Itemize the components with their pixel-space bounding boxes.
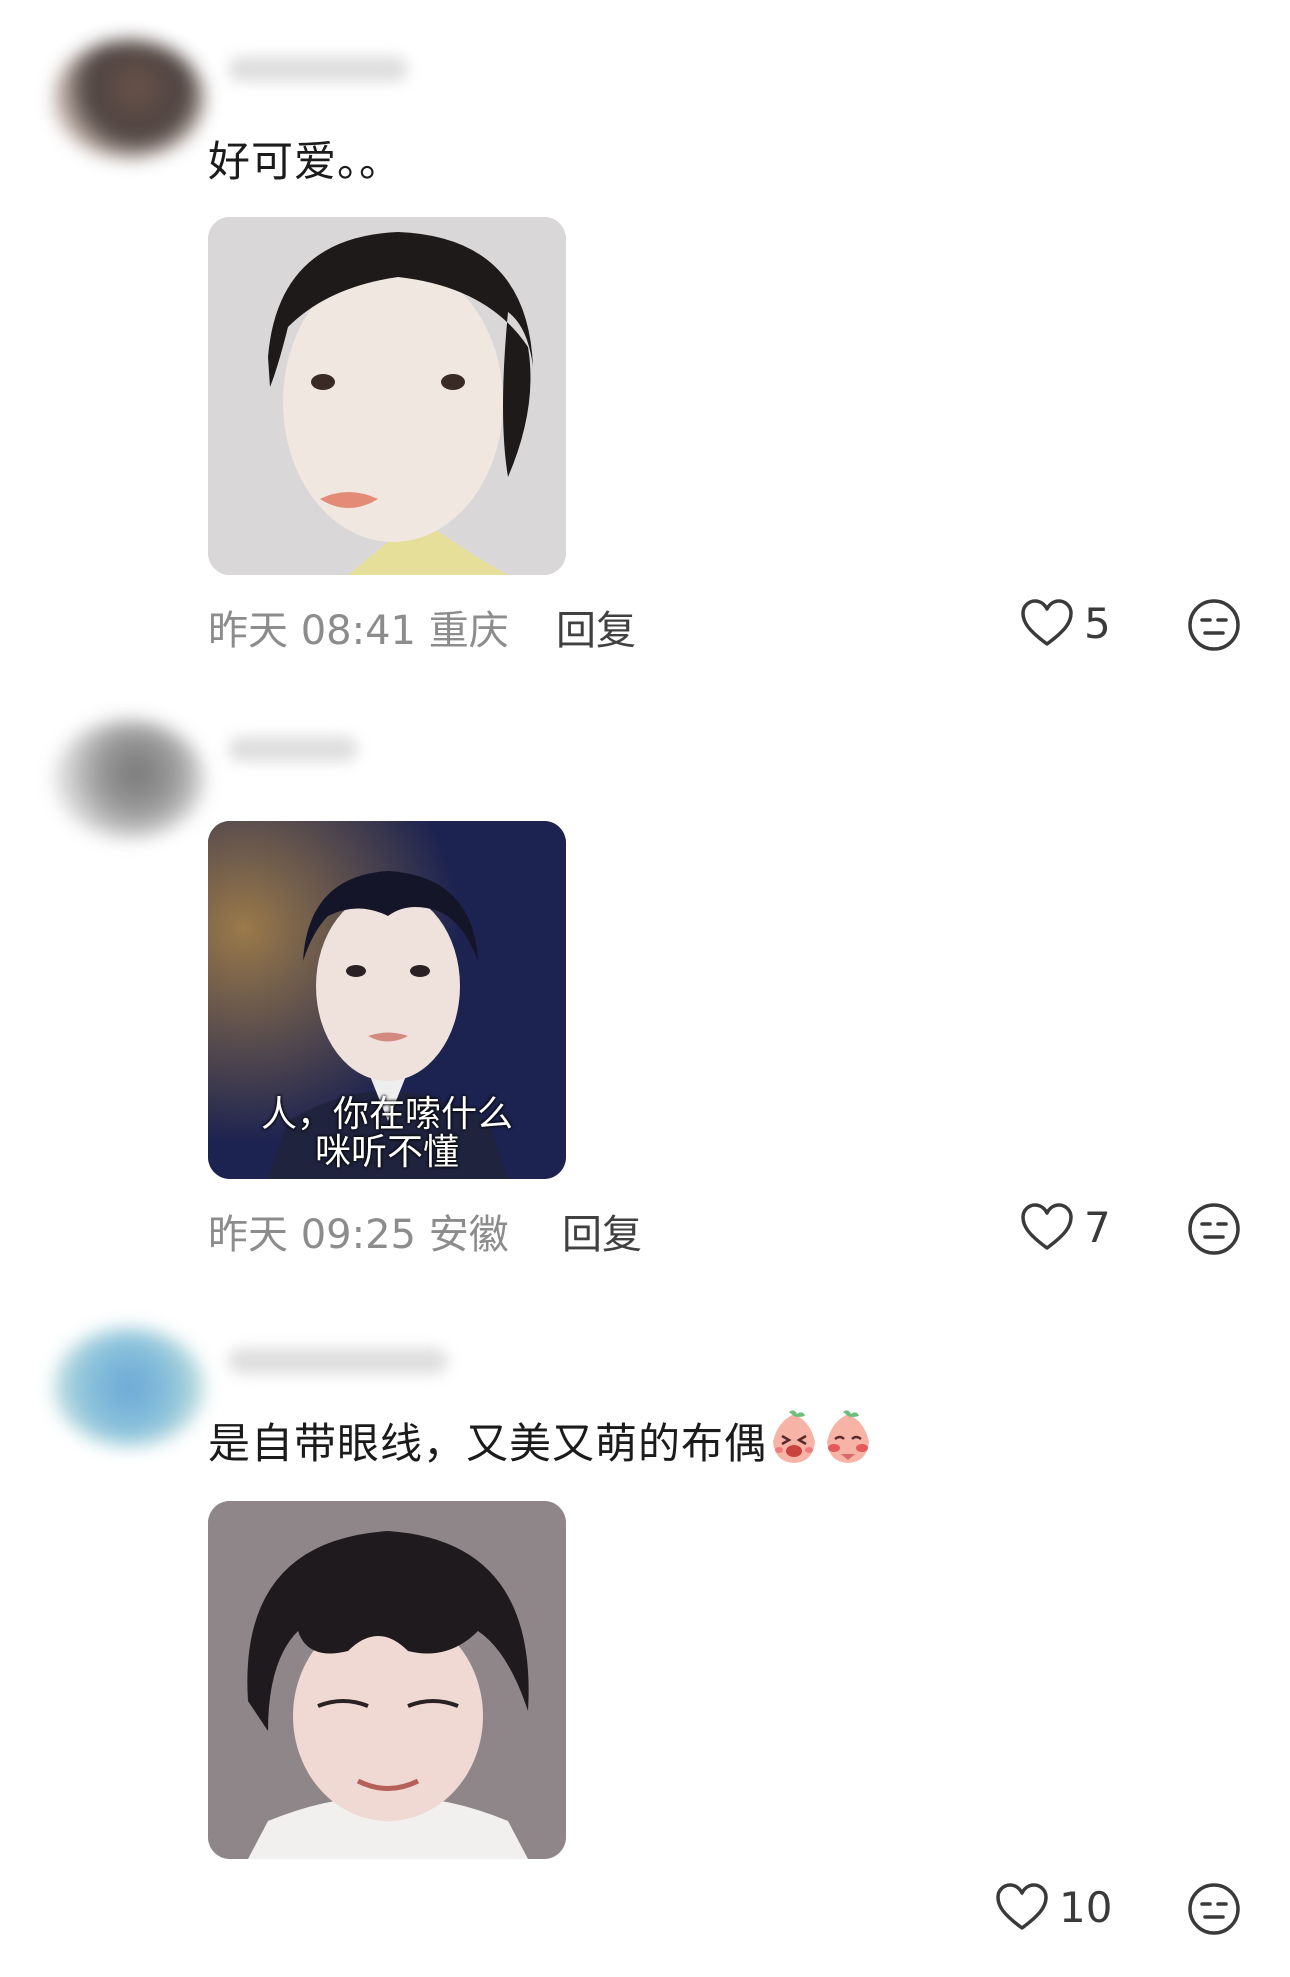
heart-outline-icon	[996, 1883, 1048, 1930]
like-button[interactable]: 5	[1020, 598, 1111, 648]
comment-location: 安徽	[428, 1212, 509, 1258]
comment-location: 重庆	[428, 608, 509, 654]
like-count: 5	[1084, 598, 1111, 648]
comment-meta: 昨天 09:25 安徽	[208, 1202, 509, 1260]
sticker-portrait	[208, 1501, 566, 1859]
like-count: 7	[1084, 1202, 1111, 1252]
neutral-face-icon[interactable]	[1187, 598, 1241, 652]
reply-button[interactable]: 回复	[556, 598, 636, 656]
comment-text: 好可爱。。	[208, 137, 403, 186]
peach-shy-emoji	[827, 1410, 870, 1463]
comment-text-content: 是自带眼线，又美又萌的布偶	[208, 1419, 768, 1468]
comment-meta: 昨天 08:41 重庆	[208, 598, 509, 656]
like-button[interactable]: 10	[995, 1882, 1112, 1932]
username[interactable]	[228, 56, 408, 82]
sticker-image[interactable]	[208, 217, 566, 575]
comment-time: 昨天 09:25	[208, 1212, 416, 1258]
like-button[interactable]: 7	[1020, 1202, 1111, 1252]
sticker-image[interactable]	[208, 1501, 566, 1859]
comment-item-3: 是自带眼线，又美又萌的布偶 10	[0, 1300, 1290, 1977]
reply-button[interactable]: 回复	[562, 1202, 642, 1260]
heart-outline-icon	[1021, 599, 1073, 646]
avatar[interactable]	[54, 1328, 204, 1446]
sticker-caption: 人，你在嗦什么 咪听不懂	[208, 1096, 566, 1172]
peach-laugh-emoji	[773, 1410, 816, 1463]
avatar[interactable]	[54, 720, 204, 838]
comment-item-1: 好可爱。。 昨天 08:41 重庆 回复 5	[0, 0, 1290, 660]
comment-time: 昨天 08:41	[208, 608, 416, 654]
neutral-face-icon[interactable]	[1187, 1882, 1241, 1936]
heart-outline-icon	[1021, 1203, 1073, 1250]
sticker-caption-line: 人，你在嗦什么	[260, 1094, 513, 1135]
neutral-face-icon[interactable]	[1187, 1202, 1241, 1256]
username[interactable]	[228, 736, 358, 762]
username[interactable]	[228, 1348, 448, 1374]
sticker-portrait	[208, 217, 566, 575]
comment-text: 是自带眼线，又美又萌的布偶	[208, 1408, 875, 1471]
like-count: 10	[1059, 1882, 1113, 1932]
comment-item-2: 人，你在嗦什么 咪听不懂 昨天 09:25 安徽 回复 7	[0, 700, 1290, 1320]
sticker-image[interactable]: 人，你在嗦什么 咪听不懂	[208, 821, 566, 1179]
sticker-caption-line: 咪听不懂	[314, 1132, 459, 1173]
avatar[interactable]	[54, 40, 204, 158]
